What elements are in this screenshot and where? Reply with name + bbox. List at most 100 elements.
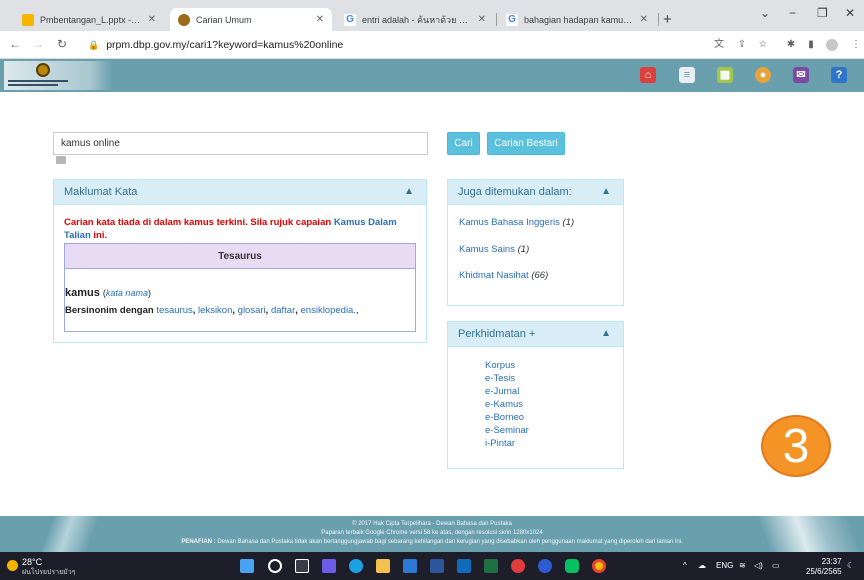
- synonym-line: Bersinonim dengan tesaurus, leksikon, gl…: [65, 305, 359, 316]
- line-icon[interactable]: [565, 559, 579, 573]
- browser-toolbar: ← → ↻ 🔒 prpm.dbp.gov.my/cari1?keyword=ka…: [0, 31, 864, 59]
- extensions-icon[interactable]: ✱: [785, 39, 797, 51]
- synonym-link[interactable]: daftar: [271, 305, 295, 316]
- dictionary-icon[interactable]: ▦: [717, 67, 733, 83]
- slides-icon: [22, 13, 34, 26]
- close-icon[interactable]: ✕: [316, 14, 324, 25]
- close-window-button[interactable]: ✕: [845, 6, 855, 20]
- juga-ditemukan-panel: Juga ditemukan dalam: ▲ Kamus Bahasa Ing…: [447, 179, 624, 306]
- browser-note: Paparan terbaik Google Chrome versi 58 k…: [321, 530, 543, 536]
- number-badge: 3: [761, 415, 831, 477]
- battery-icon[interactable]: ▭: [772, 561, 780, 570]
- app-icon[interactable]: [511, 559, 525, 573]
- bookmark-star-icon[interactable]: ☆: [757, 39, 769, 51]
- url-text: prpm.dbp.gov.my/cari1?keyword=kamus%20on…: [106, 39, 344, 51]
- windows-start-icon[interactable]: [240, 559, 254, 573]
- mail-icon[interactable]: [457, 559, 471, 573]
- also-found-item[interactable]: Kamus Sains (1): [459, 244, 529, 255]
- help-icon[interactable]: ?: [831, 67, 847, 83]
- book-icon[interactable]: ≡: [679, 67, 695, 83]
- google-icon: G: [344, 13, 356, 26]
- store-icon[interactable]: [403, 559, 417, 573]
- service-link-korpus[interactable]: Korpus: [485, 360, 515, 371]
- weather-temp[interactable]: 28°C: [22, 557, 42, 567]
- search-input[interactable]: [53, 132, 428, 155]
- zoom-icon[interactable]: [538, 559, 552, 573]
- back-arrow-icon[interactable]: ←: [9, 37, 21, 51]
- weather-icon[interactable]: [7, 560, 18, 571]
- address-bar[interactable]: 🔒 prpm.dbp.gov.my/cari1?keyword=kamus%20…: [78, 34, 698, 56]
- file-explorer-icon[interactable]: [376, 559, 390, 573]
- volume-icon[interactable]: ◁): [754, 561, 763, 570]
- chevron-up-icon[interactable]: ▲: [404, 186, 414, 197]
- chevron-up-icon[interactable]: ▲: [601, 328, 611, 339]
- tray-chevron-icon[interactable]: ^: [683, 561, 687, 570]
- site-footer: © 2017 Hak Cipta Terpelihara - Dewan Bah…: [0, 516, 864, 552]
- panel-title: Juga ditemukan dalam:: [458, 186, 572, 198]
- perkhidmatan-panel: Perkhidmatan + ▲ Korpus e-Tesis e-Jurnal…: [447, 321, 624, 469]
- minimize-button[interactable]: −: [789, 6, 796, 20]
- forward-arrow-icon[interactable]: →: [32, 37, 44, 51]
- search-icon[interactable]: [268, 559, 282, 573]
- tab-carian-umum[interactable]: Carian Umum ✕: [170, 8, 332, 31]
- panel-header[interactable]: Maklumat Kata ▲: [54, 180, 426, 205]
- synonym-link[interactable]: ensiklopedia: [301, 305, 354, 316]
- close-icon[interactable]: ✕: [640, 14, 648, 25]
- service-link-e-jurnal[interactable]: e-Jurnal: [485, 386, 519, 397]
- cari-button[interactable]: Cari: [447, 132, 480, 155]
- excel-icon[interactable]: [484, 559, 498, 573]
- panel-header[interactable]: Juga ditemukan dalam: ▲: [448, 180, 623, 205]
- carian-bestari-button[interactable]: Carian Bestari: [487, 132, 565, 155]
- tab-google-entri[interactable]: G entri adalah - ค้นหาด้วย Google ✕: [336, 8, 494, 31]
- chevron-up-icon[interactable]: ▲: [601, 186, 611, 197]
- part-of-speech-link[interactable]: kata nama: [106, 288, 148, 298]
- tab-search-button[interactable]: ⌄: [760, 6, 770, 20]
- new-tab-button[interactable]: +: [663, 11, 672, 28]
- panel-title: Perkhidmatan +: [458, 328, 536, 340]
- folder-icon[interactable]: [56, 156, 66, 164]
- service-link-i-pintar[interactable]: i-Pintar: [485, 438, 515, 449]
- service-link-e-kamus[interactable]: e-Kamus: [485, 399, 523, 410]
- menu-kebab-icon[interactable]: ⋮: [850, 39, 862, 51]
- word-icon[interactable]: [430, 559, 444, 573]
- browser-tab-strip: Pmbentangan_L.pptx - Google ✕ Carian Umu…: [0, 0, 864, 31]
- also-found-item[interactable]: Kamus Bahasa Inggeris (1): [459, 217, 574, 228]
- edge-icon[interactable]: [349, 559, 363, 573]
- cloud-icon[interactable]: ☁: [698, 561, 706, 570]
- language-indicator[interactable]: ENG: [716, 561, 733, 570]
- share-icon[interactable]: ⇪: [736, 39, 748, 51]
- close-icon[interactable]: ✕: [478, 14, 486, 25]
- synonym-link[interactable]: leksikon: [198, 305, 232, 316]
- side-panel-icon[interactable]: ▮: [805, 39, 817, 51]
- dbp-logo[interactable]: [4, 61, 112, 90]
- tab-google-bahagian[interactable]: G bahagian hadapan kamus dewa ✕: [498, 8, 656, 31]
- tab-slides[interactable]: Pmbentangan_L.pptx - Google ✕: [14, 8, 164, 31]
- badge-icon[interactable]: ●: [755, 67, 771, 83]
- notification-icon[interactable]: ☾: [847, 561, 854, 570]
- windows-taskbar: 28°C ฝนโปรยปรายมัวๆ ^ ☁ ENG ≋ ◁) ▭ 23:37…: [0, 552, 864, 580]
- chrome-icon[interactable]: [592, 559, 606, 573]
- dbp-favicon: [178, 13, 190, 26]
- also-found-item[interactable]: Khidmat Nasihat (66): [459, 270, 548, 281]
- teams-icon[interactable]: [322, 559, 336, 573]
- dbp-emblem-icon: [36, 63, 50, 77]
- reload-icon[interactable]: ↻: [57, 37, 67, 51]
- synonym-link[interactable]: glosari: [238, 305, 266, 316]
- restore-button[interactable]: ❐: [817, 6, 828, 20]
- panel-header[interactable]: Perkhidmatan + ▲: [448, 322, 623, 347]
- tesaurus-box: Tesaurus kamus (kata nama) Bersinonim de…: [64, 243, 416, 332]
- service-link-e-seminar[interactable]: e-Seminar: [485, 425, 529, 436]
- wifi-icon[interactable]: ≋: [739, 561, 746, 570]
- system-clock[interactable]: 23:37 25/6/2565: [806, 557, 842, 577]
- synonym-link[interactable]: tesaurus: [156, 305, 192, 316]
- profile-avatar[interactable]: [826, 39, 838, 51]
- service-link-e-tesis[interactable]: e-Tesis: [485, 373, 515, 384]
- task-view-icon[interactable]: [295, 559, 309, 573]
- home-icon[interactable]: ⌂: [640, 67, 656, 83]
- feedback-icon[interactable]: ✉: [793, 67, 809, 83]
- close-icon[interactable]: ✕: [148, 14, 156, 25]
- translate-icon[interactable]: 文: [713, 39, 725, 51]
- tesaurus-title: Tesaurus: [65, 244, 415, 269]
- lock-icon[interactable]: 🔒: [88, 40, 99, 51]
- service-link-e-borneo[interactable]: e-Borneo: [485, 412, 524, 423]
